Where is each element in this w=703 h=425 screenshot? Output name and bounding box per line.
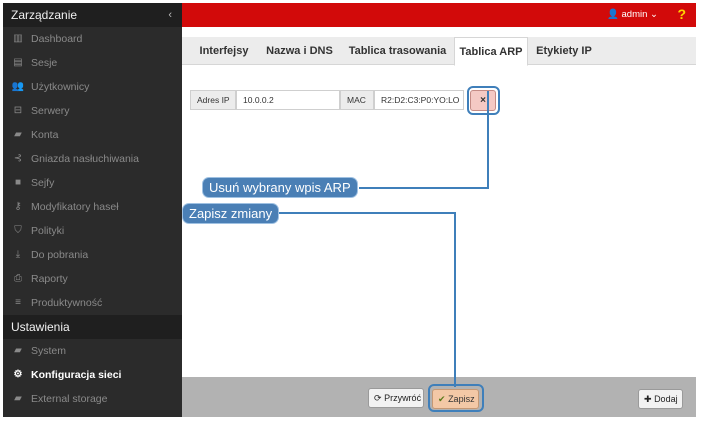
sidebar-item-users[interactable]: 👥 Użytkownicy bbox=[3, 75, 182, 99]
sidebar-item-label: System bbox=[31, 345, 67, 357]
mac-label: MAC bbox=[340, 90, 374, 110]
accounts-icon: ▰ bbox=[14, 129, 22, 140]
sidebar-section-settings: Ustawienia bbox=[3, 315, 182, 339]
tab-tablica-arp[interactable]: Tablica ARP bbox=[454, 37, 528, 66]
sidebar-item-accounts[interactable]: ▰ Konta bbox=[3, 123, 182, 147]
sidebar-item-reports[interactable]: ⎙ Raporty bbox=[3, 267, 182, 291]
sidebar-item-sessions[interactable]: ▤ Sesje bbox=[3, 51, 182, 75]
revert-button[interactable]: ⟳ Przywróć bbox=[368, 388, 424, 408]
sidebar-item-servers[interactable]: ⊟ Serwery bbox=[3, 99, 182, 123]
productivity-icon: ≡ bbox=[15, 297, 21, 308]
refresh-icon: ⟳ bbox=[374, 393, 382, 403]
user-icon: 👤 bbox=[607, 9, 619, 20]
ip-address-label: Adres IP bbox=[190, 90, 236, 110]
sidebar-item-system-folder[interactable]: ▰ System bbox=[3, 339, 182, 363]
sidebar-item-password-modifiers[interactable]: ⚷ Modyfikatory haseł bbox=[3, 195, 182, 219]
system-folder-icon: ▰ bbox=[14, 345, 22, 356]
callout-save-changes: Zapisz zmiany bbox=[182, 203, 280, 224]
sidebar-item-label: External storage bbox=[31, 393, 108, 405]
sidebar-item-external-storage[interactable]: ▰ External storage bbox=[3, 387, 182, 411]
dashboard-icon: ▥ bbox=[13, 33, 23, 44]
tab-bar: Interfejsy Nazwa i DNS Tablica trasowani… bbox=[182, 37, 696, 66]
top-bar: 👤 admin ⌄ ? bbox=[182, 3, 696, 27]
reports-icon: ⎙ bbox=[14, 273, 22, 284]
password-modifiers-icon: ⚷ bbox=[14, 201, 22, 212]
sidebar-item-listeners[interactable]: ⊰ Gniazda nasłuchiwania bbox=[3, 147, 182, 171]
sidebar-menu: ▥ Dashboard ▤ Sesje 👥 Użytkownicy ⊟ Serwery ▰ Kon… bbox=[3, 27, 182, 315]
sidebar-item-network-config[interactable]: ⚙ Konfiguracja sieci bbox=[3, 363, 182, 387]
sidebar-item-label: Gniazda nasłuchiwania bbox=[31, 153, 139, 165]
tab-etykiety-ip[interactable]: Etykiety IP bbox=[528, 37, 600, 65]
policies-icon: ⛉ bbox=[14, 225, 22, 236]
user-menu[interactable]: 👤 admin ⌄ bbox=[607, 3, 658, 27]
delete-callout-connector-vertical bbox=[487, 91, 489, 188]
network-config-icon: ⚙ bbox=[13, 369, 23, 380]
download-icon: ⤓ bbox=[15, 249, 21, 260]
sidebar-item-label: Modyfikatory haseł bbox=[31, 201, 119, 213]
listeners-icon: ⊰ bbox=[13, 153, 23, 164]
sidebar-item-label: Produktywność bbox=[31, 297, 103, 309]
revert-button-label: Przywróć bbox=[384, 393, 422, 403]
sidebar-item-policies[interactable]: ⛉ Polityki bbox=[3, 219, 182, 243]
tab-nazwa-i-dns[interactable]: Nazwa i DNS bbox=[258, 37, 341, 65]
servers-icon: ⊟ bbox=[13, 105, 23, 116]
sidebar-item-label: Konta bbox=[31, 129, 59, 141]
chevron-down-icon: ⌄ bbox=[650, 9, 658, 20]
tab-tablica-trasowania[interactable]: Tablica trasowania bbox=[341, 37, 454, 65]
save-callout-connector-horizontal bbox=[279, 212, 456, 214]
safes-icon: ■ bbox=[14, 177, 22, 188]
users-icon: 👥 bbox=[11, 81, 25, 92]
sidebar-settings-menu: ▰ System ⚙ Konfiguracja sieci ▰ External stor… bbox=[3, 339, 182, 411]
tab-interfejsy[interactable]: Interfejsy bbox=[190, 37, 258, 65]
plus-icon: ✚ bbox=[644, 394, 652, 404]
sidebar-item-label: Sejfy bbox=[31, 177, 55, 189]
chevron-left-icon[interactable]: ‹ bbox=[168, 3, 172, 27]
add-button[interactable]: ✚ Dodaj bbox=[638, 389, 683, 409]
ip-address-field[interactable]: 10.0.0.2 bbox=[236, 90, 340, 110]
sidebar-item-safes[interactable]: ■ Sejfy bbox=[3, 171, 182, 195]
sidebar-header[interactable]: Zarządzanie ‹ bbox=[3, 3, 182, 27]
user-menu-label: admin bbox=[621, 9, 648, 20]
app-window: Zarządzanie ‹ ▥ Dashboard ▤ Sesje 👥 Użytkowni… bbox=[3, 3, 696, 417]
delete-button-highlight bbox=[467, 86, 500, 115]
sidebar-item-label: Dashboard bbox=[31, 33, 83, 45]
external-storage-icon: ▰ bbox=[14, 393, 22, 404]
mac-address-field[interactable]: R2:D2:C3:P0:YO:LO bbox=[374, 90, 464, 110]
delete-callout-connector-horizontal bbox=[359, 187, 489, 189]
sidebar-item-label: Raporty bbox=[31, 273, 68, 285]
sidebar-item-label: Polityki bbox=[31, 225, 65, 237]
save-button-highlight bbox=[428, 384, 484, 412]
sidebar-item-download[interactable]: ⤓ Do pobrania bbox=[3, 243, 182, 267]
sidebar-item-label: Konfiguracja sieci bbox=[31, 369, 122, 381]
sidebar-item-label: Serwery bbox=[31, 105, 70, 117]
sidebar: Zarządzanie ‹ ▥ Dashboard ▤ Sesje 👥 Użytkowni… bbox=[3, 3, 182, 417]
sidebar-item-label: Użytkownicy bbox=[31, 81, 90, 93]
sidebar-item-dashboard[interactable]: ▥ Dashboard bbox=[3, 27, 182, 51]
sidebar-item-productivity[interactable]: ≡ Produktywność bbox=[3, 291, 182, 315]
add-button-label: Dodaj bbox=[654, 394, 678, 404]
help-icon[interactable]: ? bbox=[677, 3, 686, 25]
footer-bar: ⟳ Przywróć ✔ Zapisz ✚ Dodaj bbox=[182, 377, 696, 417]
sessions-icon: ▤ bbox=[13, 57, 23, 68]
callout-delete-arp: Usuń wybrany wpis ARP bbox=[202, 177, 358, 198]
sidebar-item-label: Do pobrania bbox=[31, 249, 89, 261]
sidebar-header-title: Zarządzanie bbox=[11, 8, 78, 22]
sidebar-item-label: Sesje bbox=[31, 57, 58, 69]
arp-entry-row: Adres IP 10.0.0.2 MAC R2:D2:C3:P0:YO:LO bbox=[190, 90, 464, 110]
save-callout-connector-vertical bbox=[454, 212, 456, 387]
